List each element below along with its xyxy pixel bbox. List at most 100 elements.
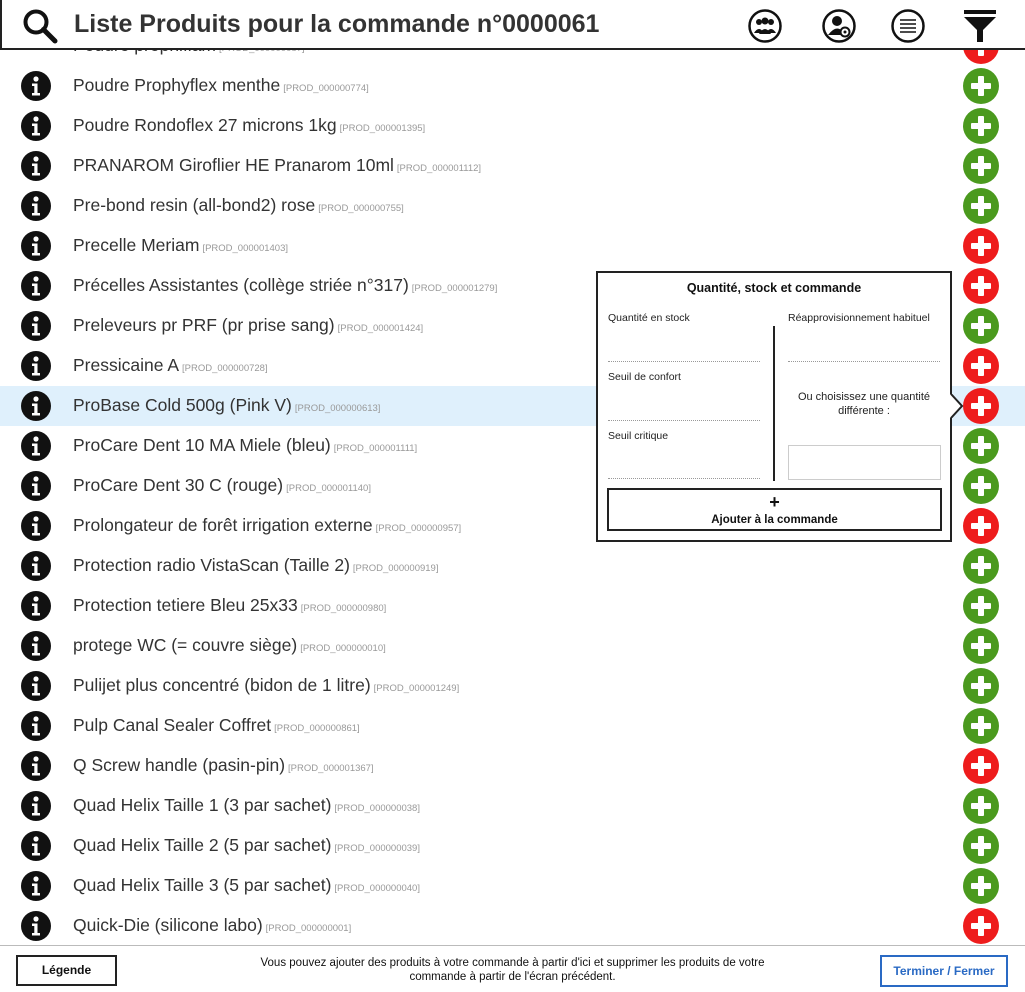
info-icon[interactable] xyxy=(21,871,51,901)
add-product-icon[interactable] xyxy=(963,308,999,344)
product-name: Pre-bond resin (all-bond2) rose [PROD_000… xyxy=(73,195,404,215)
info-icon[interactable] xyxy=(21,431,51,461)
add-product-icon[interactable] xyxy=(963,908,999,944)
finish-close-button[interactable]: Terminer / Fermer xyxy=(880,955,1008,987)
add-product-icon[interactable] xyxy=(963,668,999,704)
product-code: [PROD_000000010] xyxy=(300,643,386,654)
quantity-input[interactable] xyxy=(788,445,941,480)
info-icon[interactable] xyxy=(21,791,51,821)
product-code: [PROD_000000755] xyxy=(318,203,404,214)
product-code: [PROD_000001367] xyxy=(288,763,374,774)
product-name: ProCare Dent 30 C (rouge) [PROD_000001140… xyxy=(73,475,371,495)
list-item[interactable]: Poudre Prophyflex menthe [PROD_000000774] xyxy=(0,66,1025,106)
add-product-icon[interactable] xyxy=(963,868,999,904)
quantity-stock-popup: Quantité, stock et commande Quantité en … xyxy=(596,271,952,542)
list-item[interactable]: Poudre Rondoflex 27 microns 1kg [PROD_000… xyxy=(0,106,1025,146)
page-footer: Légende Vous pouvez ajouter des produits… xyxy=(0,945,1025,992)
add-product-icon[interactable] xyxy=(963,188,999,224)
add-product-icon[interactable] xyxy=(963,708,999,744)
popup-title: Quantité, stock et commande xyxy=(686,281,862,295)
product-name: PRANAROM Giroflier HE Pranarom 10ml [PROD… xyxy=(73,155,482,175)
add-product-icon[interactable] xyxy=(963,468,999,504)
popup-divider xyxy=(773,326,775,481)
info-icon[interactable] xyxy=(21,591,51,621)
add-product-icon[interactable] xyxy=(963,628,999,664)
add-product-icon[interactable] xyxy=(963,268,999,304)
info-icon[interactable] xyxy=(21,151,51,181)
product-code: [PROD_000001395] xyxy=(339,123,426,134)
header-left-edge xyxy=(0,0,2,50)
product-name: Protection radio VistaScan (Taille 2) [PR… xyxy=(73,555,439,575)
stock-label: Quantité en stock xyxy=(608,312,690,324)
product-name: Poudre Rondoflex 27 microns 1kg [PROD_000… xyxy=(73,115,426,135)
add-product-icon[interactable] xyxy=(963,588,999,624)
list-item[interactable]: Quad Helix Taille 2 (5 par sachet) [PROD_… xyxy=(0,826,1025,866)
add-product-icon[interactable] xyxy=(963,228,999,264)
product-name: Precelle Meriam [PROD_000001403] xyxy=(73,235,288,255)
info-icon[interactable] xyxy=(21,311,51,341)
add-product-icon[interactable] xyxy=(963,388,999,424)
info-icon[interactable] xyxy=(21,351,51,381)
product-code: [PROD_000001279] xyxy=(411,283,498,294)
info-icon[interactable] xyxy=(21,71,51,101)
list-item[interactable]: Quick-Die (silicone labo) [PROD_000000001… xyxy=(0,906,1025,945)
info-icon[interactable] xyxy=(21,671,51,701)
stock-value-line xyxy=(608,361,760,362)
add-product-icon[interactable] xyxy=(963,548,999,584)
list-icon[interactable] xyxy=(891,9,925,43)
info-icon[interactable] xyxy=(21,391,51,421)
list-item[interactable]: Protection radio VistaScan (Taille 2) [PR… xyxy=(0,546,1025,586)
list-item[interactable]: Quad Helix Taille 1 (3 par sachet) [PROD_… xyxy=(0,786,1025,826)
list-item[interactable]: Precelle Meriam [PROD_000001403] xyxy=(0,226,1025,266)
add-product-icon[interactable] xyxy=(963,508,999,544)
list-item[interactable]: Pulijet plus concentré (bidon de 1 litre… xyxy=(0,666,1025,706)
add-product-icon[interactable] xyxy=(963,748,999,784)
info-icon[interactable] xyxy=(21,631,51,661)
add-product-icon[interactable] xyxy=(963,348,999,384)
info-icon[interactable] xyxy=(21,911,51,941)
product-code: [PROD_000000957] xyxy=(375,523,462,534)
info-icon[interactable] xyxy=(21,831,51,861)
product-name: ProCare Dent 10 MA Miele (bleu) [PROD_000… xyxy=(73,435,418,455)
info-icon[interactable] xyxy=(21,471,51,501)
popup-pointer xyxy=(950,394,964,418)
product-name: Précelles Assistantes (collège striée n°… xyxy=(73,275,498,295)
info-icon[interactable] xyxy=(21,551,51,581)
product-name: Pulijet plus concentré (bidon de 1 litre… xyxy=(73,675,460,695)
add-product-icon[interactable] xyxy=(963,68,999,104)
info-icon[interactable] xyxy=(21,111,51,141)
list-item[interactable]: Q Screw handle (pasin-pin) [PROD_00000136… xyxy=(0,746,1025,786)
add-product-icon[interactable] xyxy=(963,108,999,144)
product-code: [PROD_000001424] xyxy=(337,323,424,334)
info-icon[interactable] xyxy=(21,711,51,741)
list-item[interactable]: PRANAROM Giroflier HE Pranarom 10ml [PROD… xyxy=(0,146,1025,186)
info-icon[interactable] xyxy=(21,231,51,261)
list-item[interactable]: Pulp Canal Sealer Coffret [PROD_000000861… xyxy=(0,706,1025,746)
user-settings-icon[interactable] xyxy=(822,9,856,43)
list-item[interactable]: protege WC (= couvre siège) [PROD_0000000… xyxy=(0,626,1025,666)
info-icon[interactable] xyxy=(21,271,51,301)
product-name: Prolongateur de forêt irrigation externe… xyxy=(73,515,462,535)
filter-icon[interactable] xyxy=(962,8,998,44)
add-product-icon[interactable] xyxy=(963,828,999,864)
list-item[interactable]: Protection tetiere Bleu 25x33 [PROD_00000… xyxy=(0,586,1025,626)
add-product-icon[interactable] xyxy=(963,148,999,184)
add-product-icon[interactable] xyxy=(963,428,999,464)
critical-value-line xyxy=(608,478,760,479)
comfort-value-line xyxy=(608,420,760,421)
users-icon[interactable] xyxy=(748,9,782,43)
add-product-icon[interactable] xyxy=(963,788,999,824)
info-icon[interactable] xyxy=(21,751,51,781)
add-to-order-button[interactable]: + Ajouter à la commande xyxy=(607,488,942,531)
legend-button[interactable]: Légende xyxy=(16,955,117,986)
info-icon[interactable] xyxy=(21,191,51,221)
alt-quantity-label: Ou choisissez une quantité différente : xyxy=(797,391,931,417)
list-item[interactable]: Quad Helix Taille 3 (5 par sachet) [PROD_… xyxy=(0,866,1025,906)
product-code: [PROD_000001403] xyxy=(202,243,288,254)
product-code: [PROD_000001112] xyxy=(396,163,482,174)
search-icon[interactable] xyxy=(22,8,58,44)
add-to-order-label: Ajouter à la commande xyxy=(711,514,838,526)
product-code: [PROD_000001111] xyxy=(333,443,418,454)
list-item[interactable]: Pre-bond resin (all-bond2) rose [PROD_000… xyxy=(0,186,1025,226)
info-icon[interactable] xyxy=(21,511,51,541)
